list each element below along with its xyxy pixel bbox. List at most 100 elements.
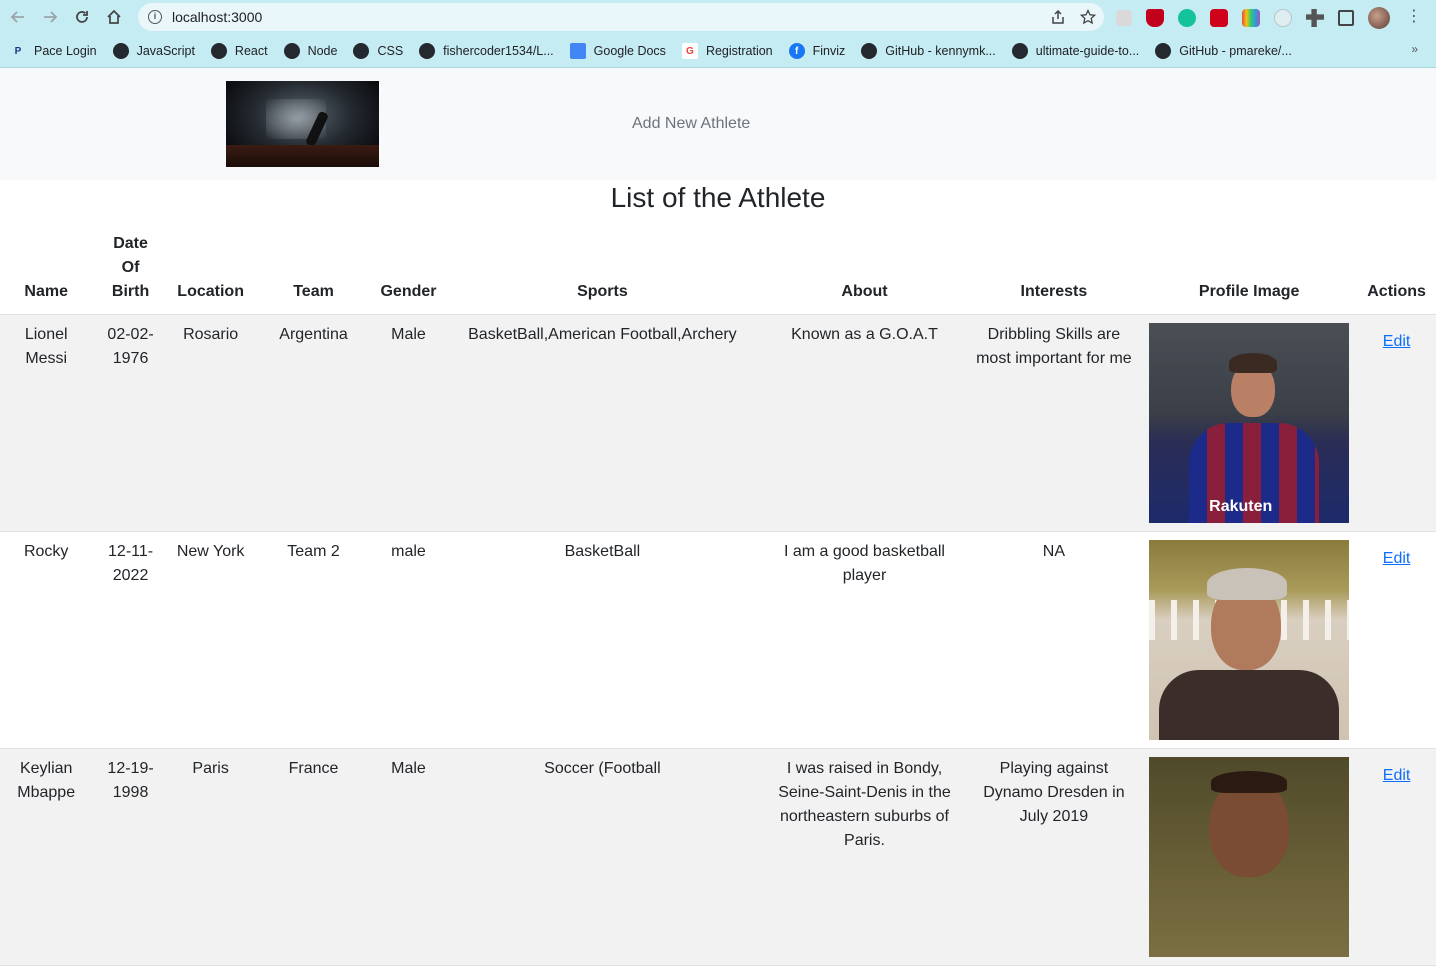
cell-name: Lionel Messi	[0, 314, 93, 532]
github-icon	[283, 43, 300, 59]
github-icon	[353, 43, 370, 59]
cell-location: New York	[168, 531, 253, 749]
back-button[interactable]	[2, 0, 34, 34]
bookmark-item[interactable]: CSS	[353, 43, 403, 59]
cell-gender: Male	[374, 314, 443, 532]
bookmark-label: Finviz	[812, 44, 846, 58]
cell-team: France	[252, 748, 375, 966]
ublock-icon[interactable]	[1146, 9, 1164, 27]
logo-image[interactable]	[226, 81, 379, 167]
home-button[interactable]	[98, 0, 130, 34]
cell-gender: male	[374, 531, 443, 749]
add-new-athlete-link[interactable]: Add New Athlete	[632, 115, 750, 133]
github-icon	[1155, 43, 1172, 59]
github-icon	[1011, 43, 1028, 59]
bookmark-label: JavaScript	[136, 44, 195, 58]
cell-interests: NA	[966, 531, 1142, 749]
more-bookmarks-icon[interactable]: »	[1411, 42, 1418, 56]
edit-link[interactable]: Edit	[1383, 764, 1411, 788]
bookmark-item[interactable]: f Finviz	[788, 43, 846, 59]
cell-name: Keylian Mbappe	[0, 748, 93, 966]
bookmark-item[interactable]: ultimate-guide-to...	[1011, 43, 1139, 59]
cell-team: Argentina	[252, 314, 375, 532]
header-interests: Interests	[966, 230, 1142, 315]
cell-dob: 12-19-1998	[92, 748, 169, 966]
photo-hair	[1229, 353, 1278, 373]
bookmark-item[interactable]: React	[210, 43, 268, 59]
browser-menu-icon[interactable]: ⋮	[1406, 9, 1422, 25]
bookmark-item[interactable]: GitHub - kennymk...	[861, 43, 996, 59]
bookmark-item[interactable]: Google Docs	[569, 43, 666, 59]
back-arrow-icon	[10, 11, 24, 23]
profile-photo-messi: Rakuten	[1149, 323, 1350, 523]
cell-profile-image	[1141, 748, 1358, 966]
header-actions: Actions	[1357, 230, 1436, 315]
cell-interests: Playing against Dynamo Dresden in July 2…	[966, 748, 1142, 966]
bookmark-label: Registration	[705, 44, 773, 58]
bookmark-label: GitHub - kennymk...	[885, 44, 996, 58]
header-sports: Sports	[442, 230, 763, 315]
bookmark-item[interactable]: P Pace Login	[10, 43, 97, 59]
extension-circle-icon[interactable]	[1274, 9, 1292, 27]
cell-dob: 12-11-2022	[92, 531, 169, 749]
bookmarks-bar: P Pace Login JavaScript React Node CSS fisherc…	[0, 34, 1436, 68]
forward-arrow-icon	[44, 11, 58, 23]
extension-red-icon[interactable]	[1210, 9, 1228, 27]
bookmark-item[interactable]: G Registration	[681, 43, 773, 59]
header-team: Team	[252, 230, 375, 315]
share-icon[interactable]	[1050, 9, 1066, 25]
edit-link[interactable]: Edit	[1383, 330, 1411, 354]
bookmark-item[interactable]: GitHub - pmareke/...	[1155, 43, 1292, 59]
home-icon	[107, 9, 121, 24]
grammarly-icon[interactable]	[1178, 9, 1196, 27]
cell-profile-image: Rakuten	[1141, 314, 1358, 532]
github-icon	[861, 43, 878, 59]
header-profile-image: Profile Image	[1141, 230, 1358, 315]
url-text[interactable]: localhost:3000	[172, 9, 262, 25]
side-panel-icon[interactable]	[1338, 10, 1354, 26]
address-bar[interactable]: i localhost:3000	[138, 3, 1104, 31]
cell-actions: Edit	[1357, 531, 1436, 749]
profile-photo-mbappe	[1149, 757, 1350, 957]
app-navbar: Add New Athlete	[0, 68, 1436, 180]
cell-about: I am a good basketball player	[762, 531, 967, 749]
bookmark-star-icon[interactable]	[1080, 9, 1096, 25]
browser-chrome: i localhost:3000 ⋮ P Pace Login JavaScript…	[0, 0, 1436, 68]
cell-actions: Edit	[1357, 314, 1436, 532]
cell-about: Known as a G.O.A.T	[762, 314, 967, 532]
profile-photo-rocky	[1149, 540, 1350, 740]
cell-team: Team 2	[252, 531, 375, 749]
bookmark-item[interactable]: fishercoder1534/L...	[419, 43, 554, 59]
page-title: List of the Athlete	[610, 182, 826, 213]
cell-sports: Soccer (Football	[442, 748, 763, 966]
photo-hair	[1211, 771, 1288, 793]
github-icon	[112, 43, 129, 59]
bookmark-label: CSS	[377, 44, 404, 58]
puzzle-extensions-icon[interactable]	[1306, 9, 1324, 27]
reload-button[interactable]	[66, 0, 98, 34]
edit-link[interactable]: Edit	[1383, 547, 1411, 571]
cell-location: Paris	[168, 748, 253, 966]
cell-profile-image	[1141, 531, 1358, 749]
header-gender: Gender	[374, 230, 443, 315]
profile-avatar[interactable]	[1368, 7, 1390, 29]
forward-button[interactable]	[34, 0, 66, 34]
bookmark-item[interactable]: JavaScript	[112, 43, 195, 59]
bookmark-label: Google Docs	[593, 44, 666, 58]
extension-1-icon[interactable]	[1116, 10, 1132, 26]
photo-body	[1159, 670, 1340, 740]
reload-icon	[76, 11, 88, 23]
cell-interests: Dribbling Skills are most important for …	[966, 314, 1142, 532]
color-picker-icon[interactable]	[1242, 9, 1260, 27]
site-info-icon[interactable]: i	[148, 10, 162, 24]
cell-sports: BasketBall,American Football,Archery	[442, 314, 763, 532]
bookmark-label: Pace Login	[34, 44, 97, 58]
bookmark-label: GitHub - pmareke/...	[1179, 44, 1292, 58]
bookmark-item[interactable]: Node	[283, 43, 337, 59]
finviz-icon: f	[788, 43, 805, 59]
cell-dob: 02-02-1976	[92, 314, 169, 532]
table-row: Rocky 12-11-2022 New York Team 2 male Ba…	[0, 531, 1436, 749]
table-row: Lionel Messi 02-02-1976 Rosario Argentin…	[0, 314, 1436, 532]
pace-icon: P	[14, 45, 22, 57]
table-row: Keylian Mbappe 12-19-1998 Paris France M…	[0, 748, 1436, 966]
